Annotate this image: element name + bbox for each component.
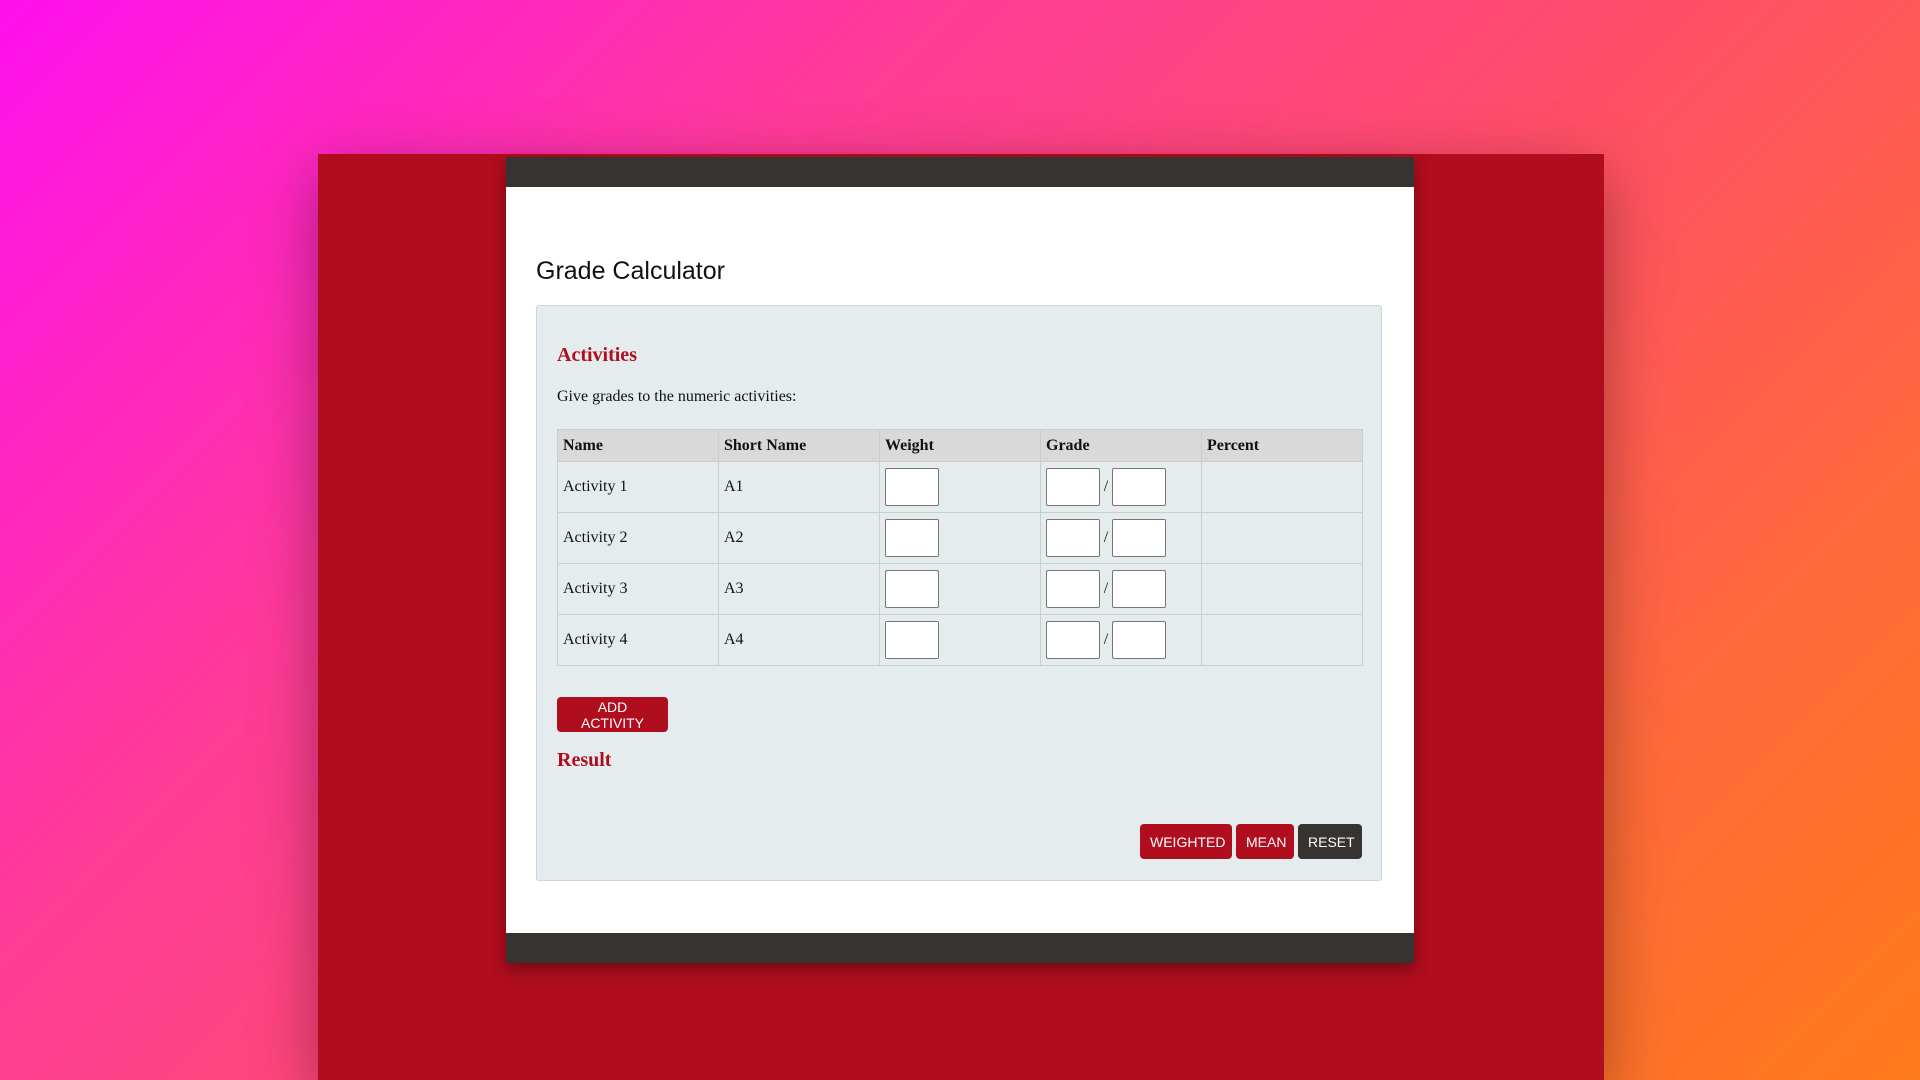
grade-max-input[interactable]: [1112, 519, 1166, 557]
grade-earned-input[interactable]: [1046, 570, 1100, 608]
weight-input[interactable]: [885, 621, 939, 659]
activity-name: Activity 1: [557, 461, 719, 513]
column-header-percent: Percent: [1201, 429, 1363, 462]
add-activity-button[interactable]: ADD ACTIVITY: [557, 697, 668, 732]
activities-heading: Activities: [557, 344, 637, 366]
grade-max-input[interactable]: [1112, 621, 1166, 659]
activities-table: Name Short Name Weight Grade Percent Act…: [557, 429, 1363, 666]
grade-separator: /: [1103, 478, 1109, 495]
percent-cell: [1201, 563, 1363, 615]
weight-cell: [879, 614, 1041, 666]
mean-button[interactable]: MEAN: [1236, 824, 1294, 859]
weight-input[interactable]: [885, 570, 939, 608]
grade-earned-input[interactable]: [1046, 468, 1100, 506]
percent-cell: [1201, 461, 1363, 513]
grade-cell: /: [1040, 461, 1202, 513]
percent-cell: [1201, 614, 1363, 666]
instructions-text: Give grades to the numeric activities:: [557, 388, 797, 405]
grade-earned-input[interactable]: [1046, 519, 1100, 557]
activity-name: Activity 2: [557, 512, 719, 564]
page-container: Grade Calculator Activities Give grades …: [506, 157, 1414, 963]
grade-cell: /: [1040, 563, 1202, 615]
activity-short-name: A1: [718, 461, 880, 513]
grade-max-input[interactable]: [1112, 468, 1166, 506]
table-header-row: Name Short Name Weight Grade Percent: [557, 429, 1363, 462]
weight-input[interactable]: [885, 519, 939, 557]
footer-bar: [506, 933, 1414, 963]
grade-separator: /: [1103, 631, 1109, 648]
column-header-short-name: Short Name: [718, 429, 880, 462]
grade-max-input[interactable]: [1112, 570, 1166, 608]
weight-cell: [879, 563, 1041, 615]
column-header-weight: Weight: [879, 429, 1041, 462]
grade-separator: /: [1103, 529, 1109, 546]
weight-cell: [879, 461, 1041, 513]
weight-cell: [879, 512, 1041, 564]
calculator-panel: Activities Give grades to the numeric ac…: [536, 305, 1382, 881]
browser-window: Grade Calculator Activities Give grades …: [318, 154, 1604, 1080]
weighted-button[interactable]: WEIGHTED: [1140, 824, 1232, 859]
grade-separator: /: [1103, 580, 1109, 597]
result-heading: Result: [557, 749, 612, 771]
activity-short-name: A3: [718, 563, 880, 615]
page-title: Grade Calculator: [536, 257, 725, 285]
column-header-name: Name: [557, 429, 719, 462]
reset-button[interactable]: RESET: [1298, 824, 1362, 859]
grade-cell: /: [1040, 512, 1202, 564]
grade-cell: /: [1040, 614, 1202, 666]
table-row: Activity 1 A1 /: [557, 461, 1363, 513]
activity-short-name: A4: [718, 614, 880, 666]
percent-cell: [1201, 512, 1363, 564]
table-row: Activity 4 A4 /: [557, 614, 1363, 666]
table-row: Activity 3 A3 /: [557, 563, 1363, 615]
activity-name: Activity 3: [557, 563, 719, 615]
weight-input[interactable]: [885, 468, 939, 506]
column-header-grade: Grade: [1040, 429, 1202, 462]
table-row: Activity 2 A2 /: [557, 512, 1363, 564]
header-bar: [506, 157, 1414, 187]
grade-earned-input[interactable]: [1046, 621, 1100, 659]
activity-name: Activity 4: [557, 614, 719, 666]
activity-short-name: A2: [718, 512, 880, 564]
